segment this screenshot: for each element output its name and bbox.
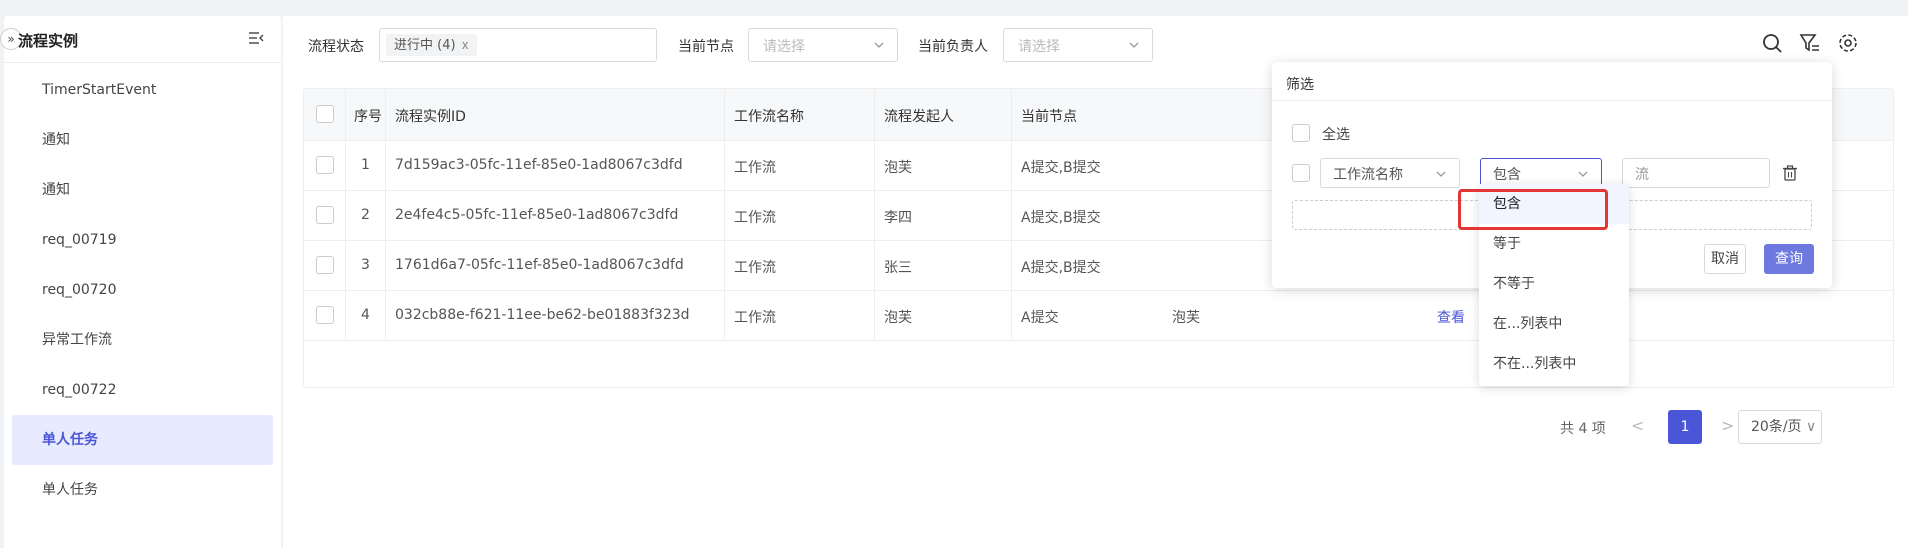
dropdown-option-not-in-list[interactable]: 不在...列表中 [1479,344,1629,384]
page-size-label: 20条/页 [1751,419,1802,435]
condition-checkbox[interactable] [1292,164,1310,182]
row-checkbox[interactable] [316,256,334,274]
column-header: 流程实例ID [395,109,466,125]
chevron-down-icon [1578,171,1588,177]
row-workflow: 工作流 [734,260,776,276]
owner-filter-select[interactable]: 请选择 [1003,28,1153,62]
sidebar-item[interactable]: req_00719 [12,215,273,265]
sidebar-item[interactable]: TimerStartEvent [12,65,273,115]
sidebar: » 流程实例 TimerStartEvent 通知 通知 req_00719 r… [0,16,281,548]
row-node: A提交,B提交 [1021,210,1101,226]
dropdown-option-contains[interactable]: 包含 [1479,184,1629,224]
page-1-button[interactable]: 1 [1668,410,1702,444]
row-initiator: 泡芙 [884,310,912,326]
sidebar-item[interactable]: 通知 [12,165,273,215]
row-checkbox[interactable] [316,306,334,324]
row-instance-id: 032cb88e-f621-11ee-be62-be01883f323d [395,307,690,323]
status-tag-label: 进行中 (4) [394,38,456,53]
operator-dropdown: 包含 等于 不等于 在...列表中 不在...列表中 [1479,184,1629,386]
row-node: A提交,B提交 [1021,260,1101,276]
dropdown-option-equals[interactable]: 等于 [1479,224,1629,264]
sidebar-item[interactable]: req_00722 [12,365,273,415]
pagination-total: 共 4 项 [1560,421,1606,437]
column-header: 流程发起人 [884,109,954,125]
node-filter-select[interactable]: 请选择 [748,28,898,62]
field-select-value: 工作流名称 [1333,167,1403,183]
sidebar-item-active[interactable]: 单人任务 [12,415,273,465]
row-node: A提交,B提交 [1021,160,1101,176]
sidebar-title: 流程实例 [18,32,79,50]
select-all-checkbox[interactable] [316,105,334,123]
filter-icon[interactable] [1799,32,1821,54]
view-link[interactable]: 查看 [1437,307,1465,327]
row-initiator: 泡芙 [884,160,912,176]
table-row[interactable]: 4 032cb88e-f621-11ee-be62-be01883f323d 工… [304,291,1893,341]
row-instance-id: 2e4fe4c5-05fc-11ef-85e0-1ad8067c3dfd [395,207,679,223]
row-checkbox[interactable] [316,206,334,224]
trash-icon[interactable] [1782,165,1798,181]
row-instance-id: 1761d6a7-05fc-11ef-85e0-1ad8067c3dfd [395,257,684,273]
select-all-label: 全选 [1322,127,1350,143]
filter-bar: 流程状态 进行中 (4) x 当前节点 请选择 当前负责人 请选择 [283,28,1908,62]
row-initiator: 李四 [884,210,912,226]
row-index: 2 [361,207,370,223]
chevron-down-icon: ∨ [1805,419,1817,435]
field-select[interactable]: 工作流名称 [1320,158,1460,188]
sidebar-list: TimerStartEvent 通知 通知 req_00719 req_0072… [4,65,281,515]
column-header: 序号 [354,109,382,125]
owner-filter-label: 当前负责人 [918,39,988,55]
sidebar-item[interactable]: 异常工作流 [12,315,273,365]
status-filter-select[interactable]: 进行中 (4) x [379,28,657,62]
query-button[interactable]: 查询 [1764,244,1814,274]
operator-select-value: 包含 [1493,167,1521,183]
popup-divider [1272,100,1832,101]
status-filter-label: 流程状态 [308,39,364,55]
row-workflow: 工作流 [734,310,776,326]
sidebar-header: » 流程实例 [0,16,281,63]
sidebar-item[interactable]: 单人任务 [12,465,273,515]
row-index: 4 [361,307,370,323]
node-filter-label: 当前节点 [678,39,734,55]
status-tag: 进行中 (4) x [386,34,477,56]
settings-icon[interactable] [1837,32,1859,54]
row-node: A提交 [1021,310,1059,326]
row-index: 3 [361,257,370,273]
row-index: 1 [361,157,370,173]
row-instance-id: 7d159ac3-05fc-11ef-85e0-1ad8067c3dfd [395,157,683,173]
popup-title: 筛选 [1286,77,1314,93]
owner-filter-placeholder: 请选择 [1018,39,1060,55]
dropdown-option-in-list[interactable]: 在...列表中 [1479,304,1629,344]
select-all-checkbox[interactable] [1292,124,1310,142]
column-header: 当前节点 [1021,109,1077,125]
tag-close-icon[interactable]: x [462,38,469,52]
node-filter-placeholder: 请选择 [763,39,805,55]
dropdown-option-not-equals[interactable]: 不等于 [1479,264,1629,304]
sidebar-item[interactable]: req_00720 [12,265,273,315]
sidebar-item[interactable]: 通知 [12,115,273,165]
row-initiator: 张三 [884,260,912,276]
row-workflow: 工作流 [734,210,776,226]
row-checkbox[interactable] [316,156,334,174]
chevron-down-icon [874,42,884,48]
page-size-select[interactable]: 20条/页 ∨ [1738,410,1822,444]
chevron-down-icon [1129,42,1139,48]
next-page-button[interactable]: > [1721,416,1734,435]
row-workflow: 工作流 [734,160,776,176]
chevron-down-icon [1436,171,1446,177]
menu-collapse-icon[interactable] [247,29,265,47]
row-owner: 泡芙 [1172,310,1200,326]
cancel-button[interactable]: 取消 [1704,244,1746,274]
value-input[interactable]: 流 [1622,158,1770,188]
prev-page-button[interactable]: < [1631,416,1644,435]
column-header: 工作流名称 [734,109,804,125]
value-input-text: 流 [1635,167,1649,183]
search-icon[interactable] [1761,32,1783,54]
